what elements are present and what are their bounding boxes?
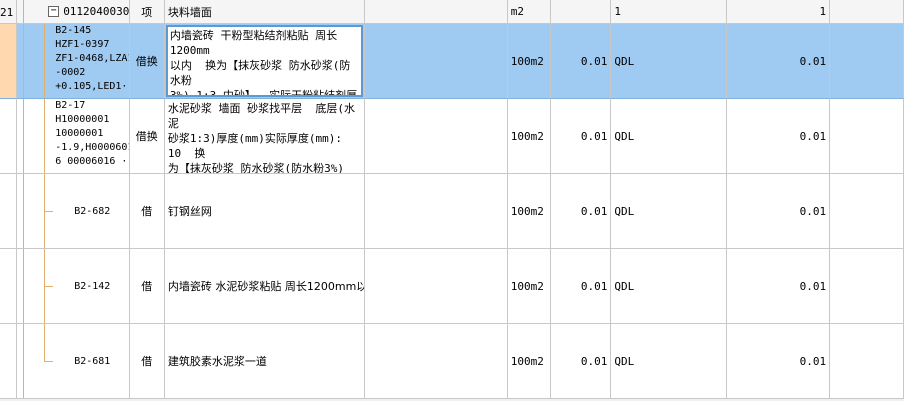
quota-code: B2-142: [74, 280, 111, 292]
expr-cell[interactable]: QDL: [611, 174, 727, 249]
bill-item-row[interactable]: 21 − 011204003002 项 块料墙面 m2 1 1: [0, 0, 904, 24]
tree-branch: [44, 286, 54, 287]
amount-cell[interactable]: 0.01: [726, 24, 831, 99]
qty-cell[interactable]: 0.01: [551, 324, 612, 399]
spec-cell[interactable]: [364, 174, 508, 249]
unit-cell[interactable]: 100m2: [507, 249, 552, 324]
qty-cell[interactable]: 0.01: [551, 24, 612, 99]
tree-line: [44, 324, 46, 361]
code-cell[interactable]: − 011204003002: [17, 0, 130, 24]
quota-row[interactable]: B2-681 借 建筑胶素水泥浆一道 100m2 0.01 QDL 0.01: [0, 324, 904, 399]
row-number-cell: 21: [0, 0, 18, 24]
code-cell[interactable]: B2-145 HZF1-0397 ZF1-0468,LZA1 -0002 +0.…: [17, 24, 130, 99]
desc-cell[interactable]: 钉钢丝网: [164, 174, 365, 249]
spec-cell[interactable]: [364, 324, 508, 399]
code-cell[interactable]: B2-142: [17, 249, 130, 324]
desc-cell[interactable]: 内墙瓷砖 水泥砂浆粘贴 周长1200mm以外: [164, 249, 365, 324]
row-indicator: [0, 249, 18, 324]
desc-cell[interactable]: 建筑胶素水泥浆一道: [164, 324, 365, 399]
tree-line: [23, 174, 25, 248]
type-cell[interactable]: 借: [129, 249, 165, 324]
code-cell[interactable]: B2-17 H10000001 10000001 -1.9,H0000601 6…: [17, 99, 130, 174]
spec-cell[interactable]: [364, 249, 508, 324]
collapse-icon[interactable]: −: [48, 6, 60, 17]
desc-cell[interactable]: 内墙瓷砖 干粉型粘结剂粘贴 周长1200mm 以内 换为【抹灰砂浆 防水砂浆(防…: [164, 24, 365, 99]
qty-cell[interactable]: 0.01: [551, 249, 612, 324]
extra-cell[interactable]: [830, 174, 904, 249]
qty-cell[interactable]: [551, 0, 612, 24]
row-indicator: [0, 24, 18, 99]
amount-cell[interactable]: 0.01: [726, 324, 831, 399]
row-indicator: [0, 324, 18, 399]
spec-cell[interactable]: [364, 0, 508, 24]
extra-cell[interactable]: [830, 24, 904, 99]
quota-row[interactable]: B2-17 H10000001 10000001 -1.9,H0000601 6…: [0, 99, 904, 174]
type-cell[interactable]: 项: [129, 0, 165, 24]
tree-branch: [44, 361, 54, 362]
amount-cell[interactable]: 0.01: [726, 249, 831, 324]
tree-line: [44, 99, 46, 173]
tree-line: [44, 24, 46, 98]
tree-line: [23, 249, 25, 323]
expr-cell[interactable]: QDL: [611, 249, 727, 324]
tree-branch: [44, 211, 54, 212]
type-cell[interactable]: 借换: [129, 99, 165, 174]
unit-cell[interactable]: 100m2: [507, 24, 552, 99]
quota-row-selected[interactable]: B2-145 HZF1-0397 ZF1-0468,LZA1 -0002 +0.…: [0, 24, 904, 99]
spec-cell[interactable]: [364, 24, 508, 99]
quota-code: B2-682: [74, 205, 111, 217]
row-indicator: [0, 174, 18, 249]
amount-cell[interactable]: 0.01: [726, 174, 831, 249]
code-cell[interactable]: B2-682: [17, 174, 130, 249]
extra-cell[interactable]: [830, 249, 904, 324]
code-cell[interactable]: B2-681: [17, 324, 130, 399]
quota-grid: 21 − 011204003002 项 块料墙面 m2 1 1: [0, 0, 904, 401]
bill-code: 011204003002: [63, 5, 130, 18]
quota-code: B2-17 H10000001 10000001 -1.9,H0000601 6…: [55, 100, 130, 167]
unit-cell[interactable]: 100m2: [507, 99, 552, 174]
expr-cell[interactable]: QDL: [611, 324, 727, 399]
quota-row[interactable]: B2-682 借 钉钢丝网 100m2 0.01 QDL 0.01: [0, 174, 904, 249]
tree-line: [23, 24, 25, 98]
qty-cell[interactable]: 0.01: [551, 174, 612, 249]
quota-code: B2-681: [74, 355, 111, 367]
type-cell[interactable]: 借: [129, 174, 165, 249]
tree-line: [23, 324, 25, 398]
expr-cell[interactable]: QDL: [611, 99, 727, 174]
desc-cell[interactable]: 水泥砂浆 墙面 砂浆找平层 底层(水泥 砂浆1:3)厚度(mm)实际厚度(mm)…: [164, 99, 365, 174]
extra-cell[interactable]: [830, 324, 904, 399]
unit-cell[interactable]: m2: [507, 0, 552, 24]
qty-cell[interactable]: 0.01: [551, 99, 612, 174]
type-cell[interactable]: 借换: [129, 24, 165, 99]
spec-cell[interactable]: [364, 99, 508, 174]
amount-cell[interactable]: 1: [726, 0, 831, 24]
extra-cell[interactable]: [830, 99, 904, 174]
expr-cell[interactable]: 1: [611, 0, 727, 24]
quota-code: B2-145 HZF1-0397 ZF1-0468,LZA1 -0002 +0.…: [55, 25, 130, 92]
type-cell[interactable]: 借: [129, 324, 165, 399]
name-cell[interactable]: 块料墙面: [164, 0, 365, 24]
tree-line: [23, 99, 25, 173]
quota-row[interactable]: B2-142 借 内墙瓷砖 水泥砂浆粘贴 周长1200mm以外 100m2 0.…: [0, 249, 904, 324]
row-indicator: [0, 99, 18, 174]
expr-cell[interactable]: QDL: [611, 24, 727, 99]
amount-cell[interactable]: 0.01: [726, 99, 831, 174]
desc-edit-field[interactable]: 内墙瓷砖 干粉型粘结剂粘贴 周长1200mm 以内 换为【抹灰砂浆 防水砂浆(防…: [165, 25, 363, 97]
tree-line: [23, 0, 25, 23]
extra-cell[interactable]: [830, 0, 904, 24]
unit-cell[interactable]: 100m2: [507, 174, 552, 249]
unit-cell[interactable]: 100m2: [507, 324, 552, 399]
